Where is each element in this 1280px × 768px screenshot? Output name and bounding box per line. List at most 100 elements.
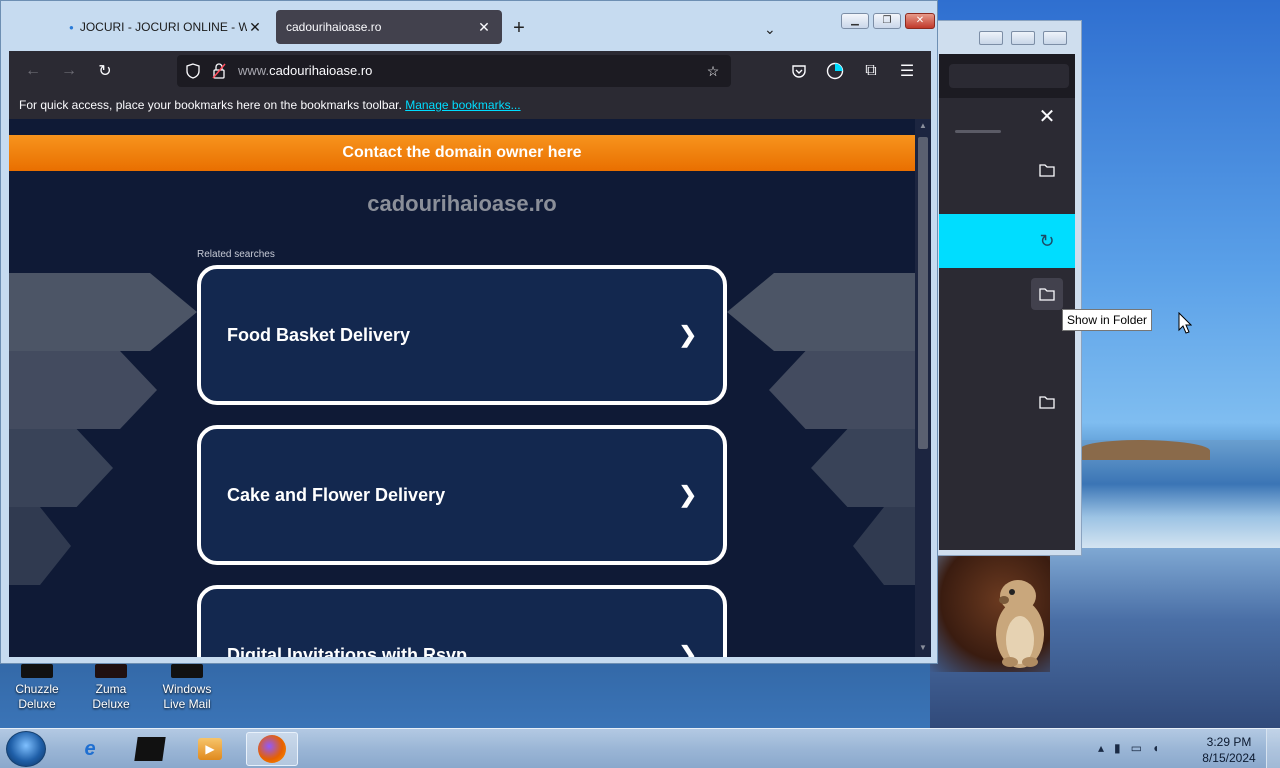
window-controls: ▁ ❐ ✕ xyxy=(841,13,935,29)
close-icon[interactable]: ✕ xyxy=(476,19,492,36)
url-prefix: www. xyxy=(238,63,270,78)
panel-divider xyxy=(955,130,1001,133)
desktop-icon-zuma[interactable]: Zuma Deluxe xyxy=(76,664,146,712)
wallpaper-rock xyxy=(1080,440,1210,460)
address-bar-area xyxy=(939,54,1075,98)
folder-icon[interactable] xyxy=(1031,278,1063,310)
bookmarks-hint: For quick access, place your bookmarks h… xyxy=(19,98,402,112)
pocket-icon[interactable] xyxy=(785,59,813,83)
retry-icon[interactable]: ↻ xyxy=(1031,225,1063,257)
downloads-panel: ✕ ↻ xyxy=(939,98,1075,550)
close-button[interactable]: ✕ xyxy=(905,13,935,29)
chevron-right-icon: ❯ xyxy=(678,642,697,657)
bookmarks-toolbar: For quick access, place your bookmarks h… xyxy=(9,91,931,119)
card-label: Cake and Flower Delivery xyxy=(227,484,446,505)
network-icon[interactable]: ▭ xyxy=(1131,741,1142,755)
menu-icon[interactable]: ☰ xyxy=(893,59,921,83)
folder-icon[interactable] xyxy=(1031,154,1063,186)
mouse-cursor-icon xyxy=(1178,312,1192,334)
contact-domain-owner-banner[interactable]: Contact the domain owner here xyxy=(9,135,915,171)
decorative-arrow xyxy=(9,351,157,429)
scroll-up-icon[interactable]: ▲ xyxy=(918,121,928,130)
scroll-down-icon[interactable]: ▼ xyxy=(918,643,928,652)
desktop-icon-chuzzle[interactable]: Chuzzle Deluxe xyxy=(2,664,72,712)
manage-bookmarks-link[interactable]: Manage bookmarks... xyxy=(405,98,520,112)
vertical-scrollbar[interactable]: ▲ ▼ xyxy=(915,119,931,657)
decorative-arrow xyxy=(811,429,915,507)
system-tray: ▴ ▮ ▭ ◖ xyxy=(1098,741,1159,755)
decorative-arrow xyxy=(853,507,915,585)
address-bar[interactable] xyxy=(949,64,1069,88)
start-button[interactable] xyxy=(6,731,46,767)
firefox-icon[interactable] xyxy=(246,732,298,766)
close-icon[interactable]: ✕ xyxy=(247,19,263,36)
decorative-arrow xyxy=(9,507,71,585)
chuzzle-icon xyxy=(21,664,53,678)
tab-bar: ● JOCURI - JOCURI ONLINE - WW ✕ cadourih… xyxy=(9,7,935,49)
tab-title: JOCURI - JOCURI ONLINE - WW xyxy=(79,20,247,34)
chevron-right-icon: ❯ xyxy=(678,482,697,507)
card-label: Food Basket Delivery xyxy=(227,324,411,345)
maximize-button[interactable] xyxy=(1011,31,1035,45)
tab-jocuri[interactable]: ● JOCURI - JOCURI ONLINE - WW ✕ xyxy=(59,10,273,44)
desktop-icon-live-mail[interactable]: Windows Live Mail xyxy=(152,664,222,712)
browser-window: ● JOCURI - JOCURI ONLINE - WW ✕ cadourih… xyxy=(0,0,938,664)
zuma-icon xyxy=(95,664,127,678)
decorative-arrow xyxy=(9,273,197,351)
downloads-progress-icon[interactable] xyxy=(821,59,849,83)
download-item-active[interactable]: ↻ xyxy=(939,214,1075,268)
folder-icon[interactable] xyxy=(1031,386,1063,418)
decorative-arrow xyxy=(9,429,113,507)
gopher-image xyxy=(996,580,1044,668)
domain-title: cadourihaioase.ro xyxy=(367,191,557,216)
close-button[interactable] xyxy=(1043,31,1067,45)
clock-date: 8/15/2024 xyxy=(1202,751,1256,765)
chevron-right-icon: ❯ xyxy=(678,322,697,347)
related-searches-label: Related searches xyxy=(197,249,275,260)
clock-time: 3:29 PM xyxy=(1206,735,1252,749)
tab-title: cadourihaioase.ro xyxy=(286,20,382,34)
related-search-card[interactable]: Cake and Flower Delivery ❯ xyxy=(197,425,727,565)
shield-icon[interactable] xyxy=(183,61,203,81)
tab-favicon-icon: ● xyxy=(69,22,74,32)
back-arrow-icon[interactable]: ← xyxy=(19,59,47,83)
restore-button[interactable]: ❐ xyxy=(873,13,901,29)
related-search-card[interactable]: Food Basket Delivery ❯ xyxy=(197,265,727,405)
desktop-icon-label: Windows xyxy=(162,682,212,696)
mail-icon xyxy=(171,664,203,678)
media-player-icon[interactable]: ▶ xyxy=(184,732,236,766)
tray-app-icon[interactable]: ▮ xyxy=(1114,741,1121,755)
url-text: www.cadourihaioase.ro xyxy=(238,63,372,78)
insecure-lock-icon[interactable] xyxy=(209,61,229,81)
show-in-folder-tooltip: Show in Folder xyxy=(1062,309,1153,331)
minimize-button[interactable] xyxy=(979,31,1003,45)
navigation-toolbar: ← → ↻ www.cadourihaioase.ro ☆ ⧉ ☰ xyxy=(9,51,931,91)
desktop-icon-label: Chuzzle xyxy=(15,682,59,696)
close-icon[interactable]: ✕ xyxy=(1031,100,1063,132)
new-tab-icon[interactable]: + xyxy=(509,17,529,40)
decorative-arrow xyxy=(727,273,915,351)
page-content: Contact the domain owner here cadourihai… xyxy=(9,119,931,657)
forward-arrow-icon[interactable]: → xyxy=(55,59,83,83)
internet-explorer-icon[interactable]: e xyxy=(64,732,116,766)
star-icon[interactable]: ☆ xyxy=(703,61,723,81)
show-hidden-icons-icon[interactable]: ▴ xyxy=(1098,741,1104,755)
minimize-button[interactable]: ▁ xyxy=(841,13,869,29)
card-label: Digital Invitations with Rsvp xyxy=(227,644,468,658)
desktop-icon-label: Zuma Deluxe xyxy=(92,682,130,711)
tab-cadourihaioase[interactable]: cadourihaioase.ro ✕ xyxy=(276,10,502,44)
decorative-arrow xyxy=(769,351,915,429)
url-bar[interactable]: www.cadourihaioase.ro ☆ xyxy=(177,55,731,87)
url-domain: cadourihaioase.ro xyxy=(269,63,373,78)
reload-icon[interactable]: ↻ xyxy=(91,59,119,83)
app-black-box-icon[interactable] xyxy=(124,732,176,766)
background-browser-window[interactable]: ✕ ↻ xyxy=(936,20,1082,556)
related-search-card[interactable]: Digital Invitations with Rsvp ❯ xyxy=(197,585,727,657)
extensions-icon[interactable]: ⧉ xyxy=(857,59,885,83)
scroll-thumb[interactable] xyxy=(918,137,928,449)
volume-icon[interactable]: ◖ xyxy=(1152,741,1159,755)
clock[interactable]: 3:29 PM 8/15/2024 xyxy=(1196,734,1262,766)
show-desktop-button[interactable] xyxy=(1266,729,1280,768)
desktop-icon-label: Deluxe xyxy=(18,697,56,711)
chevron-down-icon[interactable]: ⌄ xyxy=(764,21,776,38)
